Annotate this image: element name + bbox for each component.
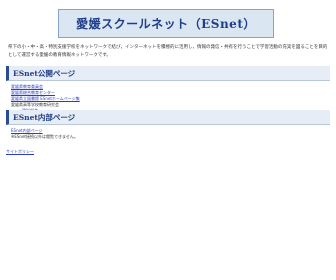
list-item: ※ESnet接続以外は閲覧できません。 [11,134,78,140]
private-link-list: ESnet内部ページ ※ESnet接続以外は閲覧できません。 [11,128,78,140]
link-internal-pages[interactable]: ESnet内部ページ [11,128,43,133]
site-title-banner: 愛媛スクールネット（ESnet） [58,9,274,38]
access-restriction-note: ※ESnet接続以外は閲覧できません。 [11,134,78,139]
public-section-heading: ESnet公開ページ [13,68,76,78]
page: 愛媛スクールネット（ESnet） 県下の小・中・高・特別支援学校をネットワークで… [0,0,336,280]
link-education-center[interactable]: 愛媛県総合教育センター [11,90,55,95]
link-library-homepage-collection[interactable]: 愛媛県立図書館 ESnetホームページ集 [11,96,80,101]
high-school-research-society-label: 愛媛県高等学校教育研究会 [11,102,59,107]
public-section-header: ESnet公開ページ [6,66,330,81]
link-board-of-education[interactable]: 愛媛県教育委員会 [11,84,43,89]
site-title: 愛媛スクールネット（ESnet） [76,17,256,31]
intro-text: 県下の小・中・高・特別支援学校をネットワークで結び，インターネットを積極的に活用… [8,45,328,58]
private-section-header: ESnet内部ページ [6,110,330,125]
private-section-heading: ESnet内部ページ [13,112,76,122]
site-policy-link[interactable]: サイトポリシー [6,149,34,155]
